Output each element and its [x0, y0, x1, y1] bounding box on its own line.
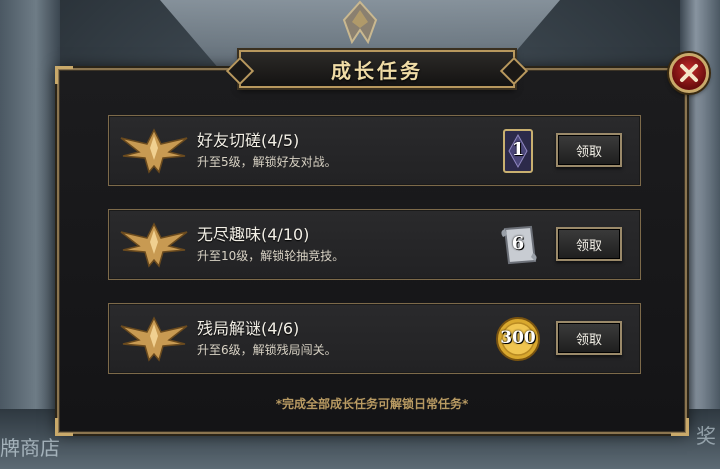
task-description: 升至10级，解锁轮抽竞技。 [197, 249, 345, 263]
close-x-icon [680, 64, 698, 82]
reward-item: 1 [494, 126, 542, 176]
task-description: 升至6级，解锁残局闯关。 [197, 343, 337, 357]
crest-ornament-icon [342, 0, 378, 44]
background-shop-sign: 牌商店 [0, 436, 60, 460]
dialog-title-plate: 成长任务 [239, 50, 515, 88]
background-reward-sign: 奖 [696, 424, 716, 448]
panel-corner-ornament [55, 418, 73, 436]
winged-emblem-icon [120, 316, 188, 362]
close-button[interactable] [669, 53, 709, 93]
reward-value: 300 [500, 328, 536, 348]
unlock-hint-text: *完成全部成长任务可解锁日常任务* [275, 397, 469, 411]
task-name: 残局解谜(4/6) [197, 319, 300, 338]
panel-corner-ornament [55, 66, 73, 84]
winged-emblem-icon [120, 128, 188, 174]
reward-value: 6 [511, 233, 525, 254]
task-row: 好友切磋(4/5) 升至5级，解锁好友对战。 1 领取 [108, 115, 641, 186]
task-name: 无尽趣味(4/10) [197, 225, 310, 244]
panel-corner-ornament [671, 418, 689, 436]
reward-item: 300 [494, 314, 542, 364]
winged-emblem-icon [120, 222, 188, 268]
reward-item: 6 [494, 220, 542, 270]
task-row: 残局解谜(4/6) 升至6级，解锁残局闯关。 300 领取 [108, 303, 641, 374]
claim-button[interactable]: 领取 [556, 133, 622, 167]
task-description: 升至5级，解锁好友对战。 [197, 155, 337, 169]
claim-button[interactable]: 领取 [556, 321, 622, 355]
reward-value: 1 [511, 139, 525, 160]
claim-button[interactable]: 领取 [556, 227, 622, 261]
task-name: 好友切磋(4/5) [197, 131, 300, 150]
dialog-title: 成长任务 [331, 58, 423, 83]
task-row: 无尽趣味(4/10) 升至10级，解锁轮抽竞技。 6 领取 [108, 209, 641, 280]
background-pillar-left [0, 0, 60, 469]
